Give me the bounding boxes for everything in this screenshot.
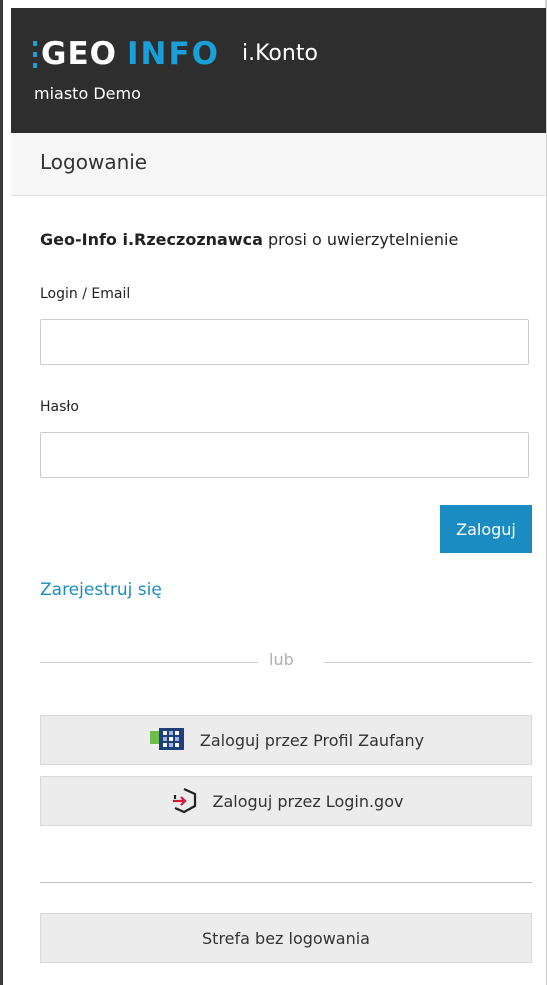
profil-zaufany-button[interactable]: Zaloguj przez Profil Zaufany (40, 715, 532, 765)
header-bar: GEO INFO i.Konto miasto Demo (11, 8, 546, 133)
register-link[interactable]: Zarejestruj się (40, 580, 162, 600)
logo-info-text: INFO (126, 36, 220, 72)
city-name: miasto Demo (34, 84, 141, 103)
section-divider (40, 882, 532, 883)
auth-request-message: prosi o uwierzytelnienie (267, 230, 459, 249)
separator-line-right (324, 662, 532, 663)
separator-text: lub (269, 650, 294, 669)
login-label: Login / Email (40, 286, 131, 302)
panel-title: Logowanie (40, 150, 148, 174)
panel-heading: Logowanie (11, 133, 546, 196)
login-gov-button[interactable]: Zaloguj przez Login.gov (40, 776, 532, 826)
separator-line-left (40, 662, 258, 663)
password-input[interactable] (40, 432, 529, 478)
geoinfo-logo: GEO INFO i.Konto (33, 32, 318, 76)
logo-mark-icon (33, 41, 37, 68)
requesting-app-name: Geo-Info i.Rzeczoznawca (40, 230, 263, 249)
profil-zaufany-label: Zaloguj przez Profil Zaufany (199, 730, 425, 750)
login-gov-icon (169, 787, 199, 815)
logo-geo-text: GEO (41, 36, 117, 72)
auth-request-text: Geo-Info i.Rzeczoznawca prosi o uwierzyt… (40, 230, 458, 249)
password-label: Hasło (40, 399, 79, 415)
login-input[interactable] (40, 319, 529, 365)
product-name: i.Konto (242, 41, 318, 66)
login-button[interactable]: Zaloguj (440, 505, 532, 553)
window-left-edge (0, 0, 3, 985)
guest-zone-button[interactable]: Strefa bez logowania (40, 913, 532, 963)
login-page: GEO INFO i.Konto miasto Demo Logowanie G… (11, 8, 546, 985)
login-gov-label: Zaloguj przez Login.gov (212, 791, 404, 811)
profil-zaufany-icon (148, 728, 186, 752)
